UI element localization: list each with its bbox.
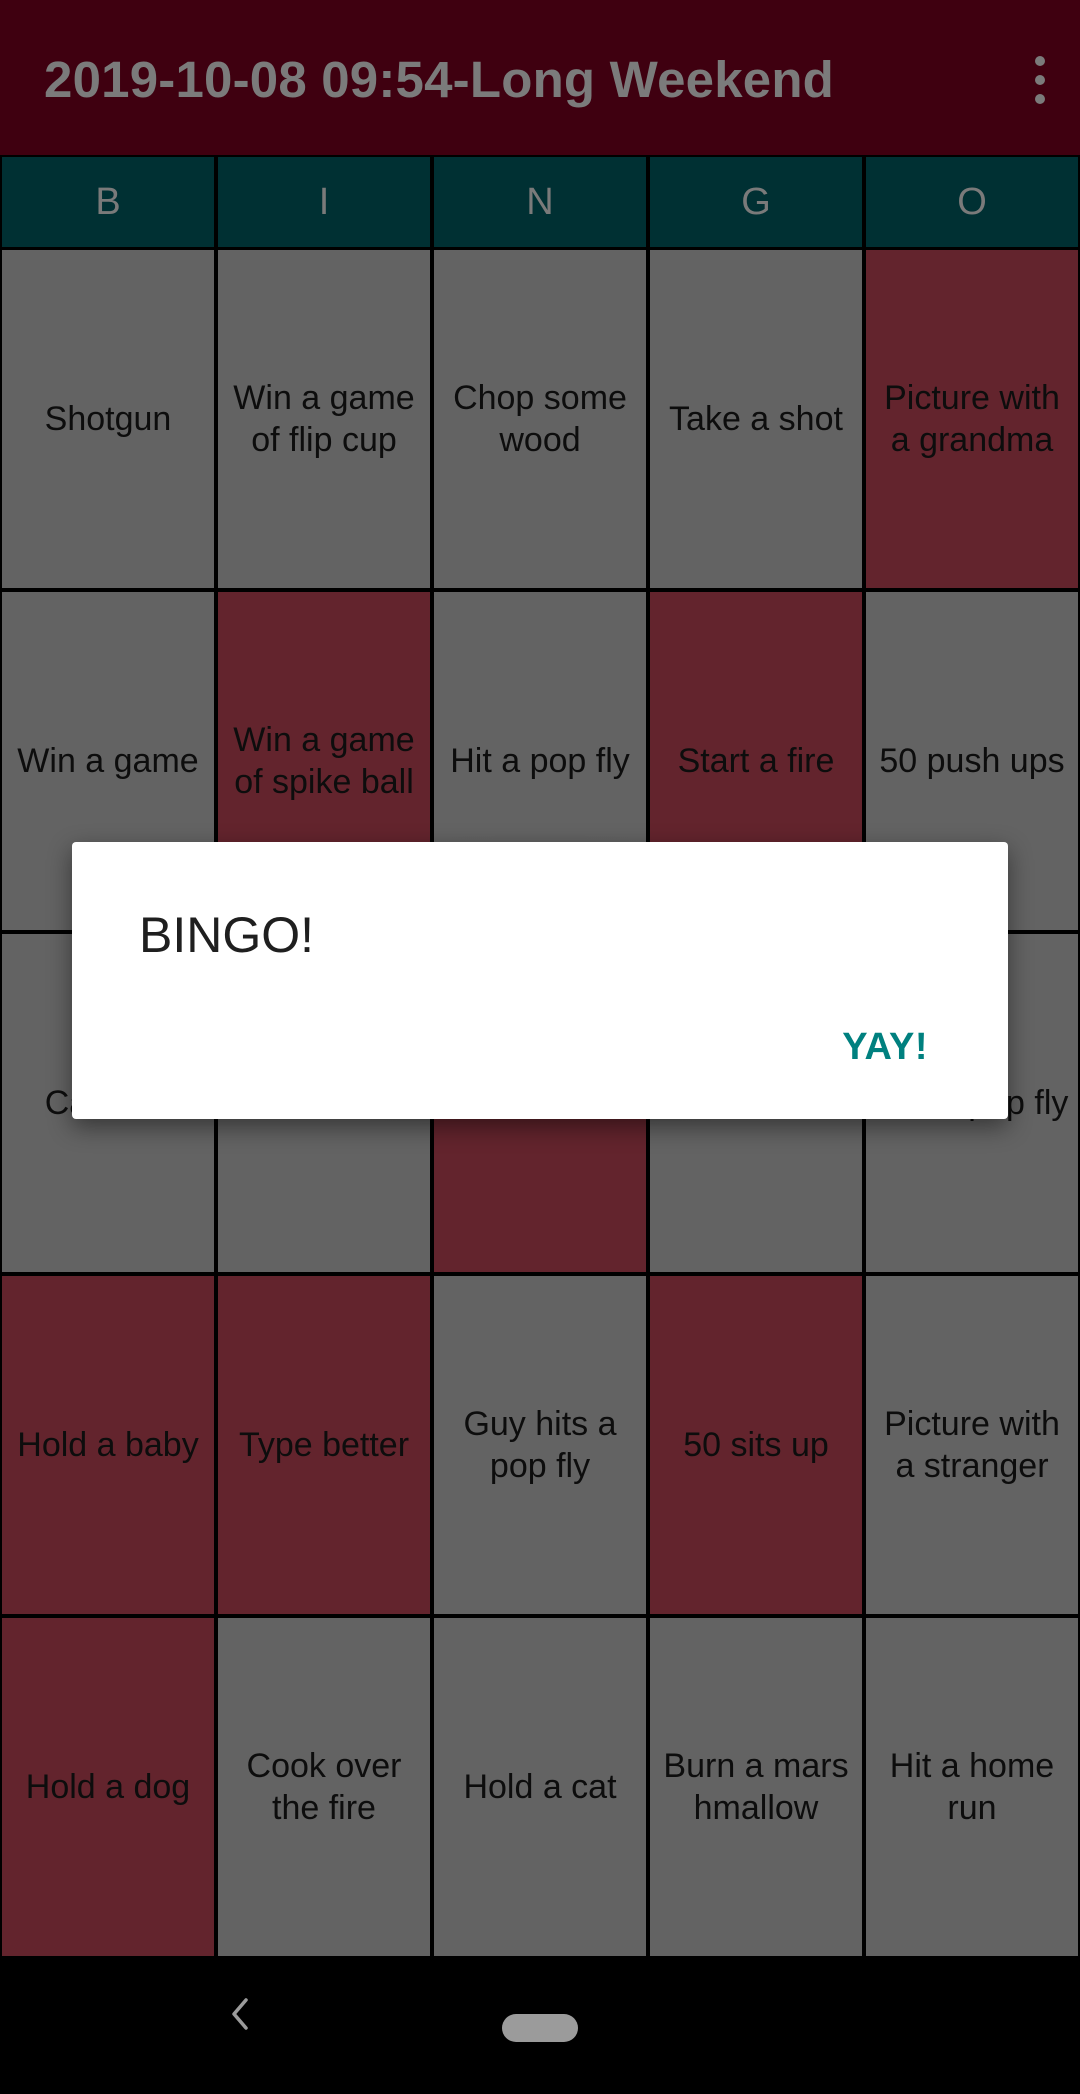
bingo-cell-label: Burn a mars hmallow bbox=[663, 1747, 849, 1827]
column-header-b: B bbox=[2, 157, 214, 247]
bingo-cell[interactable]: 50 sits up bbox=[650, 1276, 862, 1614]
column-header-i: I bbox=[218, 157, 430, 247]
bingo-cell[interactable]: Shotgun bbox=[2, 250, 214, 588]
bingo-cell-label: Take a shot bbox=[669, 400, 843, 438]
bingo-cell-label: Chop some wood bbox=[453, 379, 627, 459]
column-header-o: O bbox=[866, 157, 1078, 247]
bingo-cell-label: Start a fire bbox=[677, 742, 835, 780]
home-pill-icon[interactable] bbox=[502, 2014, 578, 2042]
bingo-cell[interactable]: Hold a cat bbox=[434, 1618, 646, 1956]
bingo-cell-label: Guy hits a pop fly bbox=[463, 1405, 617, 1485]
bingo-cell-label: Hold a cat bbox=[463, 1768, 617, 1806]
bingo-cell-label: 50 push ups bbox=[879, 742, 1065, 780]
bingo-cell-label: Type better bbox=[238, 1426, 410, 1464]
bingo-cell[interactable]: Take a shot bbox=[650, 250, 862, 588]
bingo-cell[interactable]: Burn a mars hmallow bbox=[650, 1618, 862, 1956]
back-chevron-icon[interactable] bbox=[220, 1994, 260, 2034]
app-title: 2019-10-08 09:54-Long Weekend bbox=[44, 51, 835, 108]
bingo-cell-label: Picture with a grandma bbox=[884, 379, 1060, 459]
bingo-cell[interactable]: Hold a baby bbox=[2, 1276, 214, 1614]
bingo-cell[interactable]: Chop some wood bbox=[434, 250, 646, 588]
bingo-cell-label: Win a game bbox=[17, 742, 199, 780]
bingo-cell-label: Hold a dog bbox=[25, 1768, 191, 1806]
bingo-cell-label: Win a game of spike ball bbox=[233, 721, 415, 801]
bingo-cell-label: Shotgun bbox=[44, 400, 172, 438]
bingo-cell[interactable]: Win a game of flip cup bbox=[218, 250, 430, 588]
bingo-cell-label: 50 sits up bbox=[683, 1426, 829, 1464]
bingo-cell[interactable]: Guy hits a pop fly bbox=[434, 1276, 646, 1614]
bingo-dialog: BINGO! YAY! bbox=[72, 842, 1008, 1119]
bingo-cell[interactable]: Cook over the fire bbox=[218, 1618, 430, 1956]
app-bar: 2019-10-08 09:54-Long Weekend bbox=[0, 0, 1080, 155]
column-header-n: N bbox=[434, 157, 646, 247]
bingo-cell-label: Hit a home run bbox=[889, 1747, 1055, 1827]
column-header-g: G bbox=[650, 157, 862, 247]
dialog-title: BINGO! bbox=[139, 907, 315, 963]
bingo-cell[interactable]: Hit a home run bbox=[866, 1618, 1078, 1956]
overflow-menu-button[interactable] bbox=[1000, 40, 1080, 120]
system-nav-bar bbox=[0, 1958, 1080, 2094]
bingo-cell[interactable]: Type better bbox=[218, 1276, 430, 1614]
bingo-cell[interactable]: Picture with a stranger bbox=[866, 1276, 1078, 1614]
bingo-cell-label: Hit a pop fly bbox=[450, 742, 630, 780]
bingo-cell-label: Cook over the fire bbox=[246, 1747, 402, 1827]
more-vert-icon-dot bbox=[1035, 75, 1045, 85]
yay-button[interactable]: YAY! bbox=[842, 1018, 928, 1077]
more-vert-icon bbox=[1035, 56, 1045, 66]
bingo-cell-label: Hold a baby bbox=[17, 1426, 199, 1464]
more-vert-icon-dot bbox=[1035, 94, 1045, 104]
bingo-cell-label: Win a game of flip cup bbox=[233, 379, 415, 459]
bingo-cell[interactable]: Picture with a grandma bbox=[866, 250, 1078, 588]
bingo-cell-label: Picture with a stranger bbox=[884, 1405, 1060, 1485]
bingo-cell[interactable]: Hold a dog bbox=[2, 1618, 214, 1956]
